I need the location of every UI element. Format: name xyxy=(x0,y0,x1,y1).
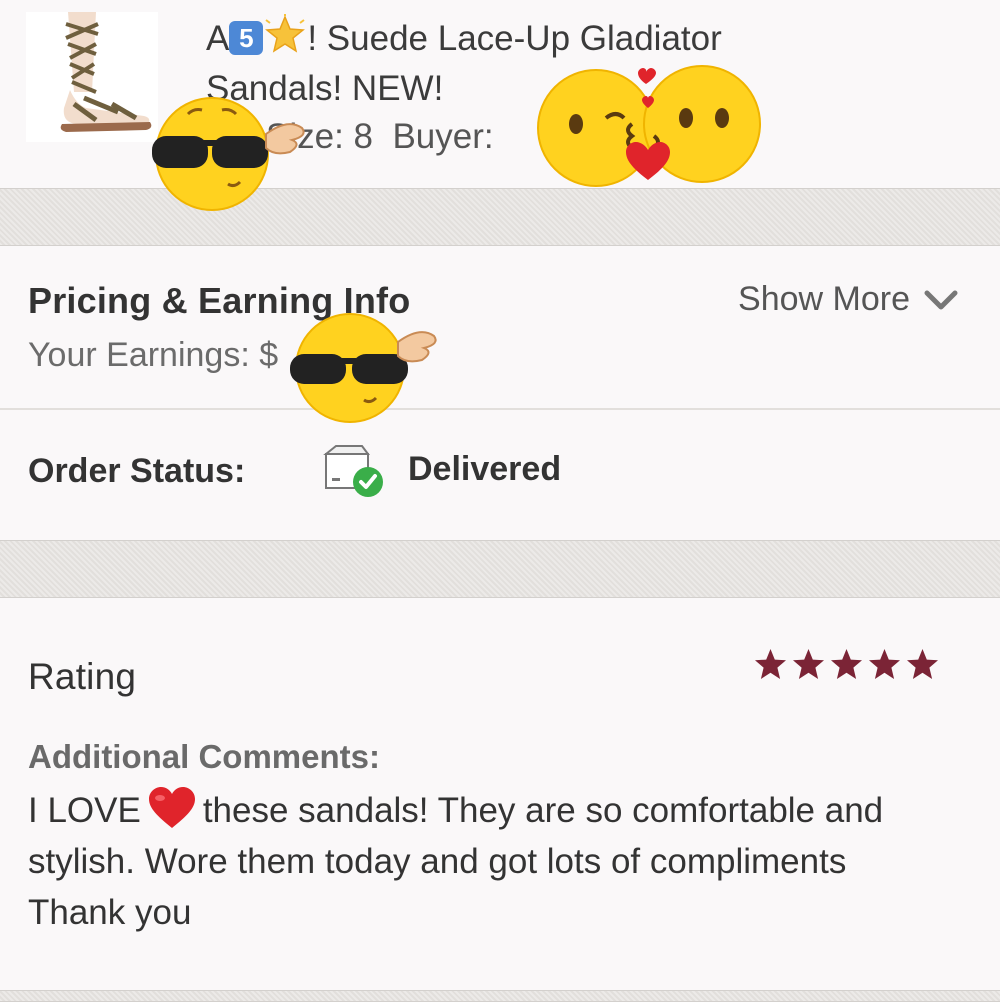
rating-title: Rating xyxy=(28,656,137,697)
star-icon xyxy=(755,649,786,679)
sunglasses-face-sticker-2 xyxy=(290,313,437,423)
package-check-icon xyxy=(322,444,386,500)
show-more-button[interactable]: Show More xyxy=(738,280,958,319)
earnings-label: Your Earnings: $ xyxy=(28,336,279,374)
star-icon xyxy=(869,649,900,679)
red-heart-icon xyxy=(148,787,195,828)
kissing-faces-sticker xyxy=(537,65,761,187)
rating-stars xyxy=(754,648,939,681)
order-status-label: Order Status: xyxy=(28,452,246,490)
chevron-down-icon xyxy=(924,290,958,309)
star-icon xyxy=(831,649,862,679)
star-icon xyxy=(793,649,824,679)
section-divider-2 xyxy=(0,540,1000,598)
sunglasses-face-sticker xyxy=(152,97,305,211)
sandal-image xyxy=(26,12,158,142)
show-more-label: Show More xyxy=(738,280,910,318)
product-buyer-label: Buyer: xyxy=(392,117,494,156)
comment-text: I LOVE these sandals! They are so comfor… xyxy=(28,785,928,938)
title-prefix: A xyxy=(206,19,230,58)
comment-start: I LOVE xyxy=(28,791,141,830)
comments-label: Additional Comments: xyxy=(28,738,380,775)
glowing-star-icon xyxy=(265,14,306,53)
product-thumbnail[interactable] xyxy=(26,12,158,142)
bottom-divider xyxy=(0,990,1000,1002)
keycap-5-icon: 5 xyxy=(229,21,264,55)
star-icon xyxy=(907,649,938,679)
order-status-value: Delivered xyxy=(408,450,562,488)
pricing-section xyxy=(0,246,1000,408)
